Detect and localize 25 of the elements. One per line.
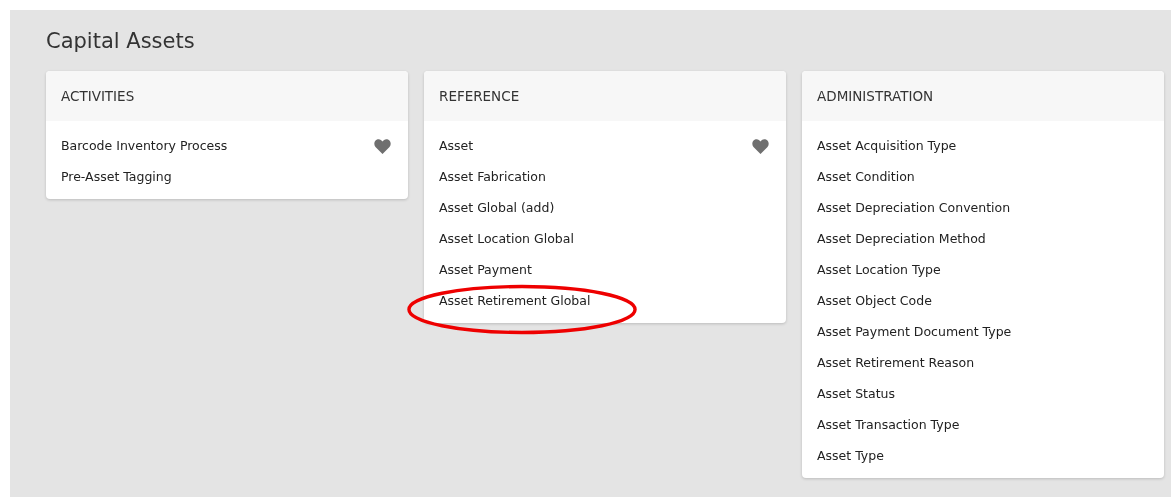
menu-link[interactable]: Asset Type bbox=[817, 447, 884, 466]
menu-link[interactable]: Asset bbox=[439, 137, 474, 156]
panel-heading: REFERENCE bbox=[439, 86, 520, 106]
page-title: Capital Assets bbox=[46, 28, 196, 55]
menu-link[interactable]: Asset Fabrication bbox=[439, 168, 546, 187]
menu-link[interactable]: Pre-Asset Tagging bbox=[61, 168, 172, 187]
heart-icon[interactable] bbox=[374, 139, 391, 154]
menu-link[interactable]: Asset Depreciation Convention bbox=[817, 199, 1011, 218]
menu-link[interactable]: Asset Payment bbox=[439, 261, 532, 280]
menu-link[interactable]: Asset Payment Document Type bbox=[817, 323, 1012, 342]
menu-link[interactable]: Asset Retirement Global bbox=[439, 292, 591, 311]
heart-icon[interactable] bbox=[752, 139, 769, 154]
panel-heading: ACTIVITIES bbox=[61, 86, 135, 106]
menu-link[interactable]: Asset Condition bbox=[817, 168, 915, 187]
menu-link[interactable]: Asset Location Global bbox=[439, 230, 574, 249]
panel-heading: ADMINISTRATION bbox=[817, 86, 934, 106]
menu-link[interactable]: Asset Acquisition Type bbox=[817, 137, 957, 156]
menu-link[interactable]: Asset Object Code bbox=[817, 292, 932, 311]
menu-link[interactable]: Asset Global (add) bbox=[439, 199, 555, 218]
menu-link[interactable]: Asset Location Type bbox=[817, 261, 941, 280]
menu-link[interactable]: Asset Retirement Reason bbox=[817, 354, 975, 373]
menu-link[interactable]: Barcode Inventory Process bbox=[61, 137, 228, 156]
menu-link[interactable]: Asset Status bbox=[817, 385, 895, 404]
menu-link[interactable]: Asset Transaction Type bbox=[817, 416, 960, 435]
menu-link[interactable]: Asset Depreciation Method bbox=[817, 230, 986, 249]
